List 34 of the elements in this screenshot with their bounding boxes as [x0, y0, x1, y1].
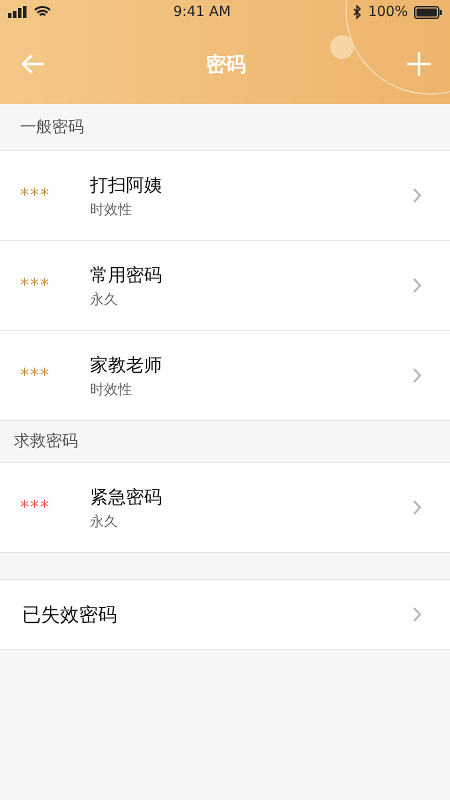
battery-percent: 100%: [368, 4, 408, 20]
password-row[interactable]: *** 打扫阿姨 时效性: [0, 151, 450, 241]
bluetooth-icon: [352, 5, 362, 19]
password-row[interactable]: *** 家教老师 时效性: [0, 331, 450, 421]
password-row[interactable]: *** 紧急密码 永久: [0, 463, 450, 553]
signal-icon: [8, 6, 28, 18]
password-name: 紧急密码: [90, 486, 163, 508]
expired-passwords-label: 已失效密码: [22, 602, 117, 628]
section-header: 求救密码: [14, 431, 78, 452]
masked-password: ***: [20, 365, 51, 386]
validity-label: 永久: [90, 512, 119, 530]
page-title: 密码: [206, 50, 246, 78]
expired-passwords-row[interactable]: 已失效密码: [0, 580, 450, 650]
password-name: 家教老师: [90, 354, 163, 376]
wifi-icon: [34, 6, 51, 18]
chevron-right-icon: [412, 499, 422, 516]
back-button[interactable]: [20, 53, 46, 75]
masked-password: ***: [20, 185, 51, 206]
status-time: 9:41 AM: [173, 4, 231, 20]
validity-label: 永久: [90, 290, 119, 308]
chevron-right-icon: [412, 367, 422, 384]
validity-label: 时效性: [90, 380, 133, 398]
section-header: 一般密码: [20, 116, 84, 138]
masked-password: ***: [20, 275, 51, 296]
battery-icon: [414, 6, 442, 18]
add-button[interactable]: [406, 51, 432, 77]
password-name: 打扫阿姨: [90, 174, 163, 196]
password-row[interactable]: *** 常用密码 永久: [0, 241, 450, 331]
validity-label: 时效性: [90, 200, 133, 218]
chevron-right-icon: [412, 187, 422, 204]
password-name: 常用密码: [90, 264, 163, 286]
chevron-right-icon: [412, 606, 422, 623]
masked-password: ***: [20, 497, 51, 518]
chevron-right-icon: [412, 277, 422, 294]
